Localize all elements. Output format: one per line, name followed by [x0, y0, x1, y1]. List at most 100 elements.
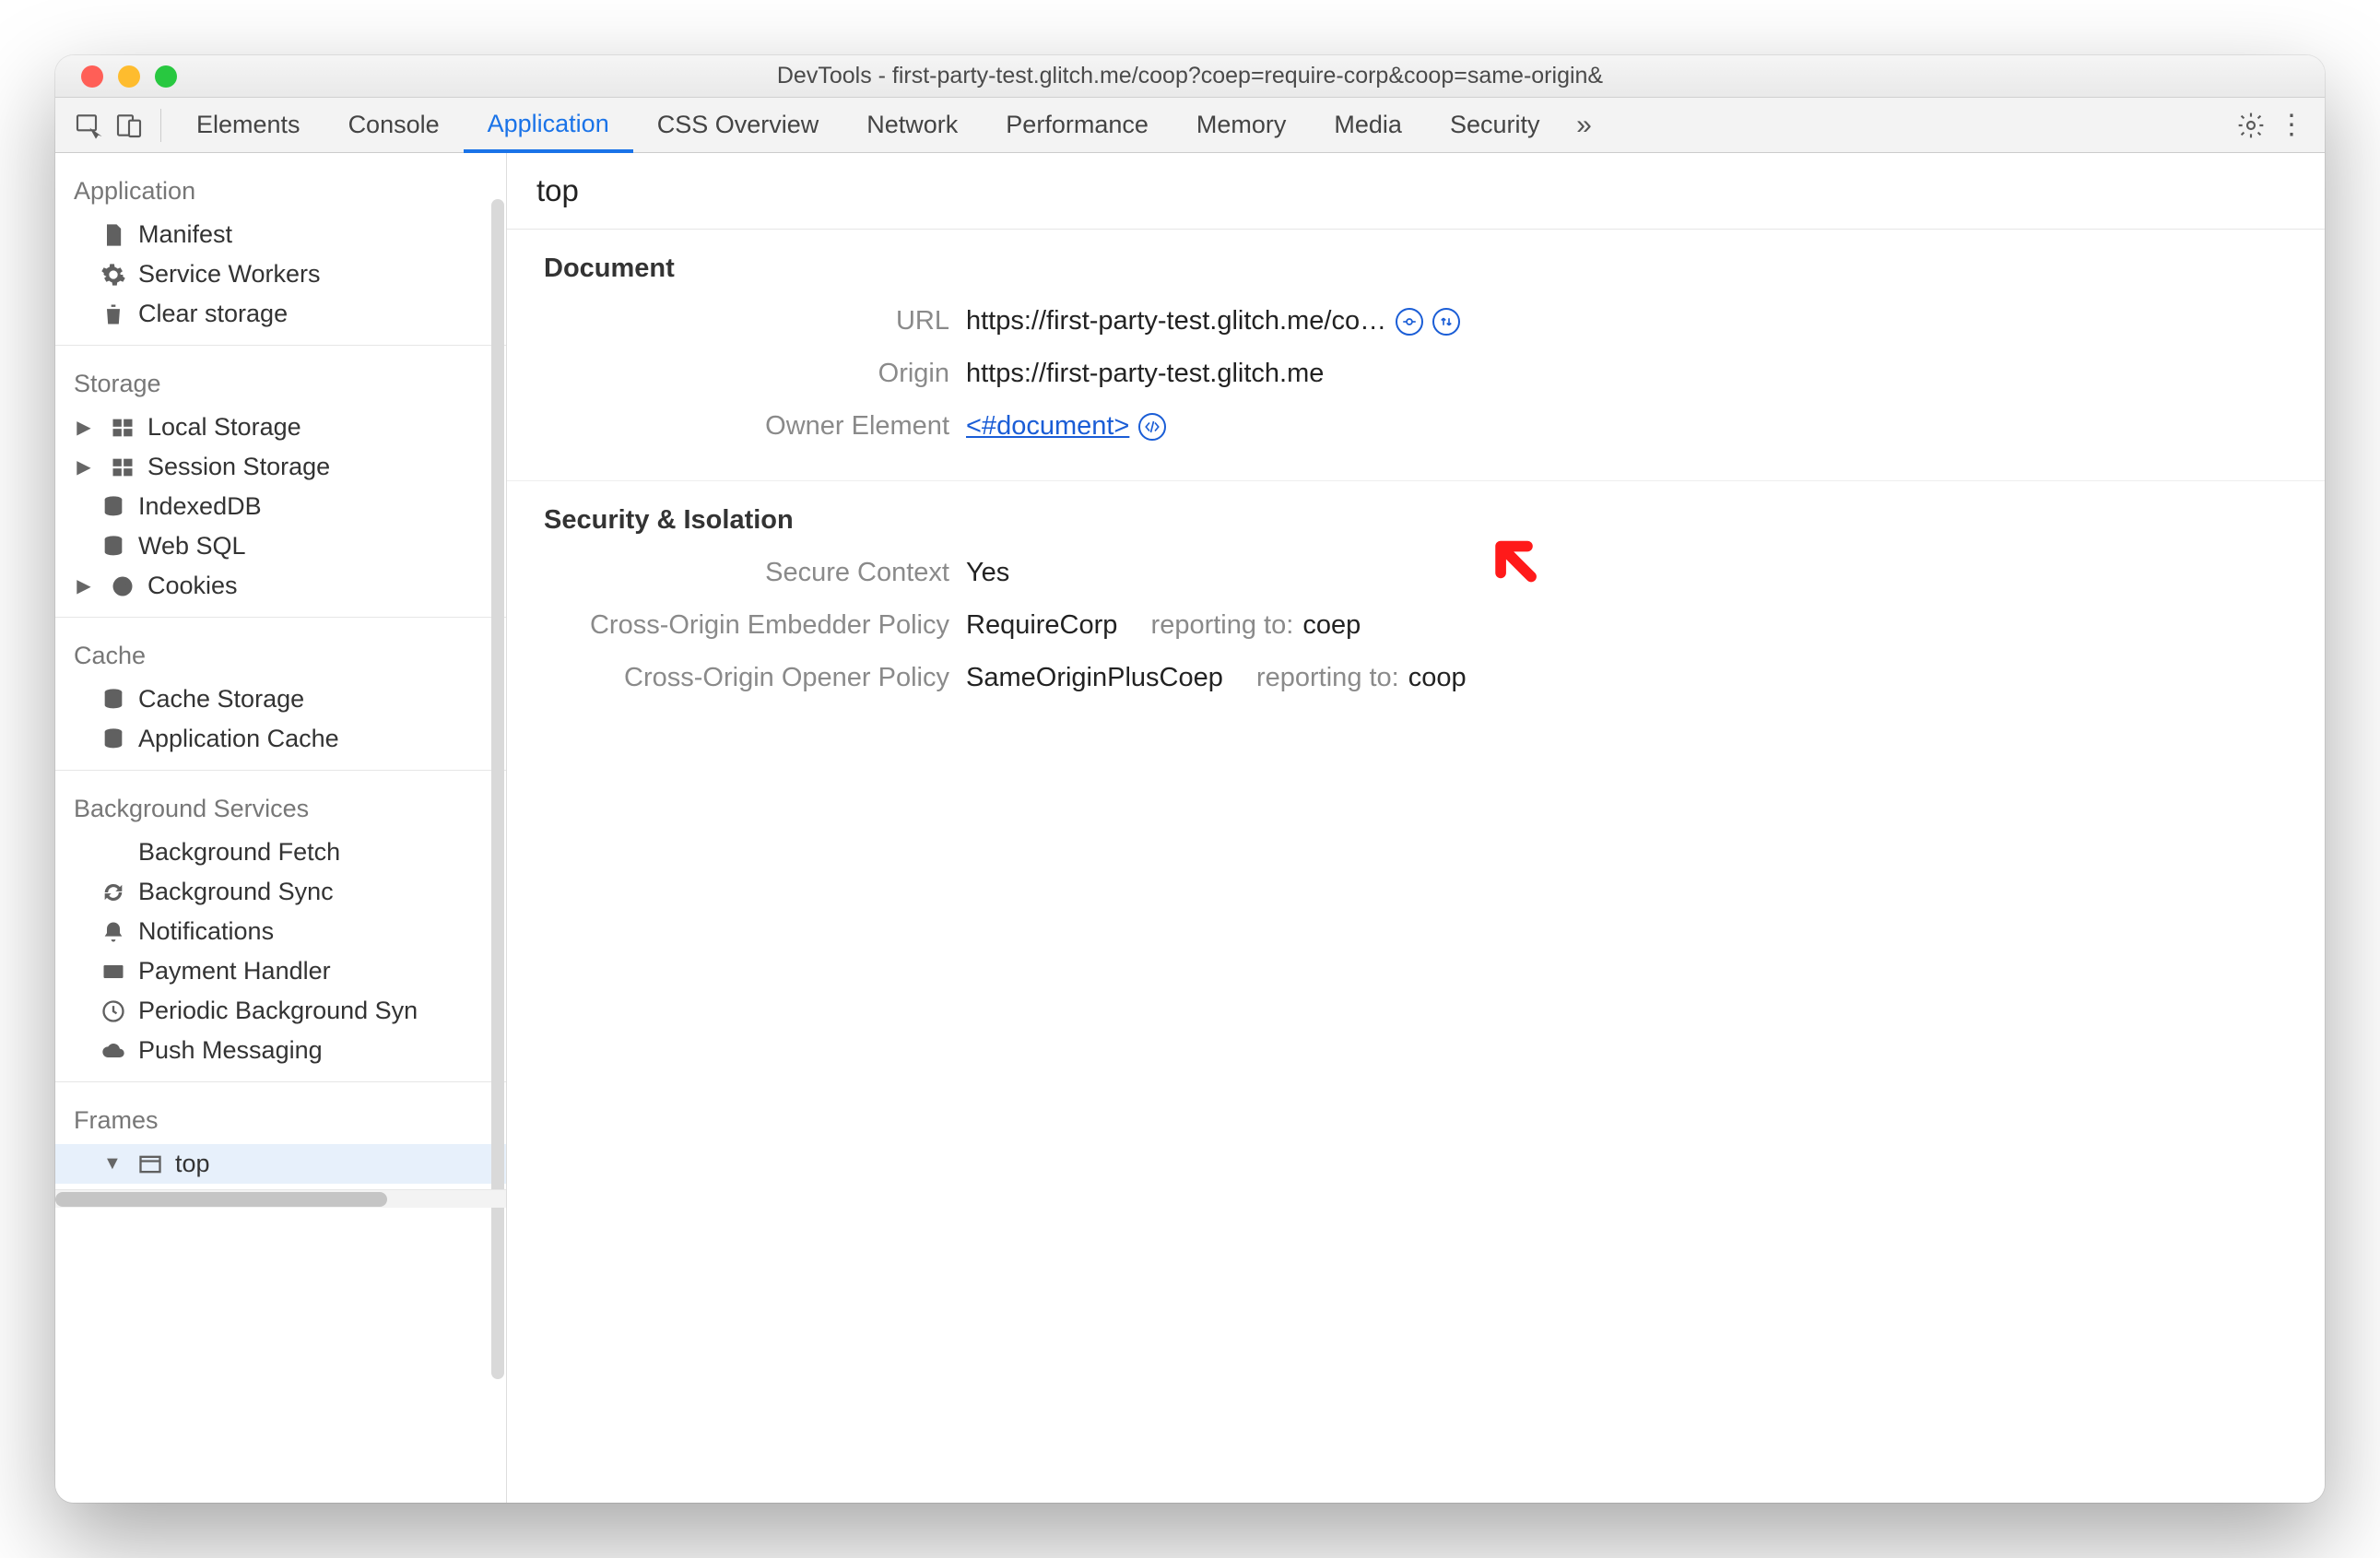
- tab-css-overview[interactable]: CSS Overview: [633, 98, 843, 153]
- sidebar-item-cache-storage[interactable]: Cache Storage: [55, 679, 506, 719]
- reveal-in-network-icon[interactable]: [1432, 308, 1460, 336]
- sidebar-item-indexeddb[interactable]: IndexedDB: [55, 487, 506, 526]
- close-window-button[interactable]: [81, 65, 103, 88]
- transfer-icon: [100, 839, 127, 867]
- coop-reporting-label: reporting to:: [1256, 663, 1399, 693]
- section-heading: Security & Isolation: [544, 505, 2288, 536]
- trash-icon: [100, 301, 127, 328]
- grid-icon: [109, 414, 136, 442]
- sidebar-item-local-storage[interactable]: ▶ Local Storage: [55, 407, 506, 447]
- database-icon: [100, 686, 127, 714]
- frame-detail-pane: top Document URL https://first-party-tes…: [507, 153, 2325, 1503]
- sidebar-item-label: Web SQL: [138, 532, 246, 561]
- page-title: top: [507, 153, 2325, 230]
- group-bg-services-title: Background Services: [55, 787, 506, 832]
- sidebar-item-label: Payment Handler: [138, 957, 331, 986]
- chevron-right-icon: ▶: [76, 574, 92, 597]
- tab-network[interactable]: Network: [842, 98, 982, 153]
- sidebar-item-label: Manifest: [138, 220, 232, 249]
- sidebar-item-payment-handler[interactable]: Payment Handler: [55, 951, 506, 991]
- sidebar-item-notifications[interactable]: Notifications: [55, 912, 506, 951]
- sidebar-item-label: Periodic Background Syn: [138, 997, 418, 1025]
- more-tabs-icon[interactable]: »: [1563, 105, 1604, 146]
- chevron-right-icon: ▶: [76, 455, 92, 478]
- sidebar-item-label: Push Messaging: [138, 1036, 323, 1065]
- device-toolbar-icon[interactable]: [109, 105, 149, 146]
- sidebar-item-websql[interactable]: Web SQL: [55, 526, 506, 566]
- kebab-menu-icon[interactable]: ⋮: [2271, 105, 2312, 146]
- database-icon: [100, 533, 127, 561]
- application-sidebar: Application Manifest Service Workers Cle…: [55, 153, 507, 1503]
- secure-context-value: Yes: [966, 558, 1009, 588]
- tab-memory[interactable]: Memory: [1172, 98, 1311, 153]
- sidebar-item-session-storage[interactable]: ▶ Session Storage: [55, 447, 506, 487]
- separator: [160, 109, 161, 142]
- reveal-in-elements-icon[interactable]: [1138, 413, 1166, 441]
- chevron-right-icon: ▶: [76, 416, 92, 439]
- sidebar-item-bg-sync[interactable]: Background Sync: [55, 872, 506, 912]
- coep-reporting-label: reporting to:: [1151, 610, 1294, 641]
- bell-icon: [100, 918, 127, 946]
- sidebar-item-frame-top[interactable]: ▼ top: [55, 1144, 506, 1184]
- database-icon: [100, 493, 127, 521]
- group-frames-title: Frames: [55, 1099, 506, 1144]
- sidebar-item-label: Notifications: [138, 917, 274, 946]
- sidebar-item-label: Local Storage: [147, 413, 301, 442]
- secure-context-label: Secure Context: [544, 558, 949, 588]
- sidebar-item-label: IndexedDB: [138, 492, 262, 521]
- group-storage-title: Storage: [55, 362, 506, 407]
- sidebar-item-push-messaging[interactable]: Push Messaging: [55, 1031, 506, 1070]
- sidebar-item-periodic-sync[interactable]: Periodic Background Syn: [55, 991, 506, 1031]
- origin-label: Origin: [544, 359, 949, 389]
- coep-reporting-value: coep: [1302, 610, 1361, 641]
- sidebar-item-label: Clear storage: [138, 300, 288, 328]
- cookie-icon: [109, 572, 136, 600]
- url-label: URL: [544, 306, 949, 336]
- grid-icon: [109, 454, 136, 481]
- sidebar-item-service-workers[interactable]: Service Workers: [55, 254, 506, 294]
- sidebar-item-label: Service Workers: [138, 260, 321, 289]
- tab-elements[interactable]: Elements: [172, 98, 324, 153]
- section-document: Document URL https://first-party-test.gl…: [507, 230, 2325, 481]
- credit-card-icon: [100, 958, 127, 986]
- titlebar: DevTools - first-party-test.glitch.me/co…: [55, 55, 2325, 98]
- tab-media[interactable]: Media: [1310, 98, 1426, 153]
- section-heading: Document: [544, 254, 2288, 284]
- sidebar-item-clear-storage[interactable]: Clear storage: [55, 294, 506, 334]
- owner-element-link[interactable]: <#document>: [966, 411, 1129, 442]
- section-security-isolation: Security & Isolation Secure Context Yes …: [507, 481, 2325, 732]
- coop-reporting-value: coop: [1408, 663, 1467, 693]
- database-icon: [100, 726, 127, 753]
- coop-value: SameOriginPlusCoep: [966, 663, 1223, 693]
- url-value: https://first-party-test.glitch.me/co…: [966, 306, 1386, 336]
- clock-icon: [100, 997, 127, 1025]
- sidebar-item-cookies[interactable]: ▶ Cookies: [55, 566, 506, 606]
- reveal-in-sources-icon[interactable]: [1396, 308, 1423, 336]
- tab-security[interactable]: Security: [1426, 98, 1564, 153]
- horizontal-scrollbar[interactable]: [55, 1189, 506, 1208]
- cloud-icon: [100, 1037, 127, 1065]
- coop-label: Cross-Origin Opener Policy: [544, 663, 949, 693]
- sidebar-item-bg-fetch[interactable]: Background Fetch: [55, 832, 506, 872]
- chevron-down-icon: ▼: [103, 1153, 120, 1174]
- owner-element-label: Owner Element: [544, 411, 949, 442]
- maximize-window-button[interactable]: [155, 65, 177, 88]
- gear-icon[interactable]: [2231, 105, 2271, 146]
- tab-console[interactable]: Console: [324, 98, 464, 153]
- sidebar-item-label: Background Sync: [138, 878, 334, 906]
- window-icon: [136, 1151, 164, 1178]
- sidebar-item-label: top: [175, 1150, 210, 1178]
- sidebar-item-label: Session Storage: [147, 453, 330, 481]
- sidebar-item-label: Cache Storage: [138, 685, 304, 714]
- gear-icon: [100, 261, 127, 289]
- window-title: DevTools - first-party-test.glitch.me/co…: [55, 63, 2325, 89]
- sidebar-item-label: Cookies: [147, 572, 238, 600]
- tab-application[interactable]: Application: [464, 98, 633, 153]
- file-icon: [100, 221, 127, 249]
- sidebar-item-application-cache[interactable]: Application Cache: [55, 719, 506, 759]
- inspect-element-icon[interactable]: [68, 105, 109, 146]
- sync-icon: [100, 879, 127, 906]
- tab-performance[interactable]: Performance: [982, 98, 1172, 153]
- minimize-window-button[interactable]: [118, 65, 140, 88]
- sidebar-item-manifest[interactable]: Manifest: [55, 215, 506, 254]
